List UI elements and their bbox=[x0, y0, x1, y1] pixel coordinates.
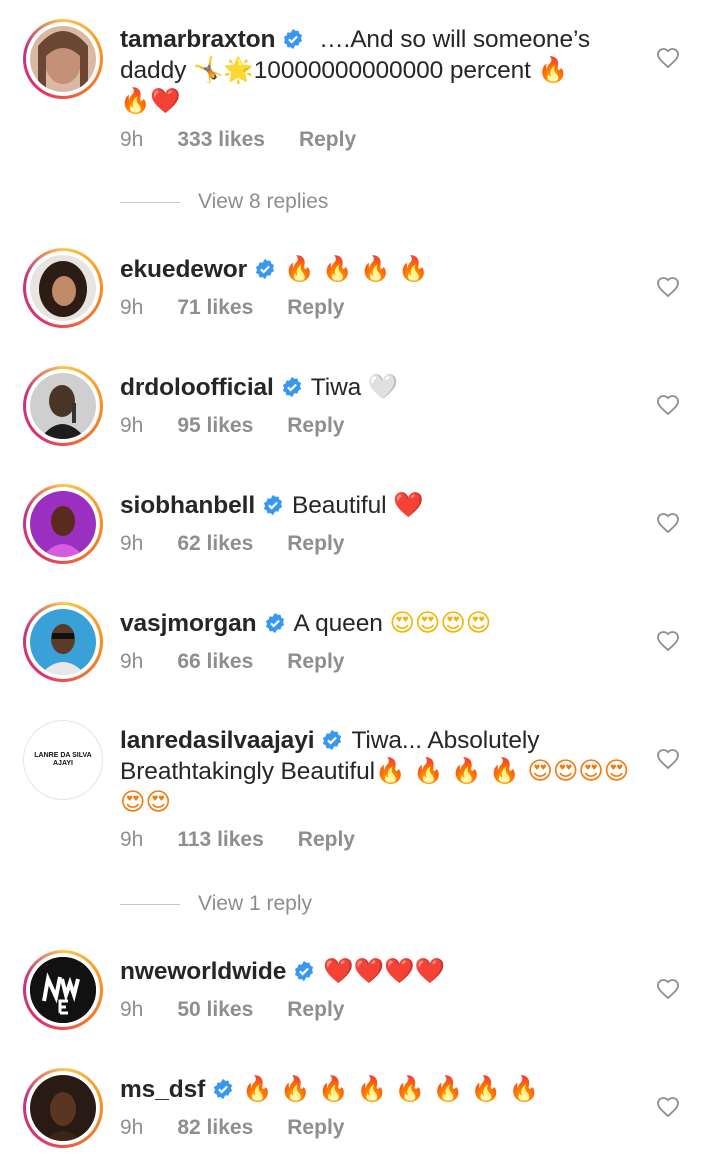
view-replies-label[interactable]: View 1 reply bbox=[198, 892, 312, 915]
comment-likes[interactable]: 71 likes bbox=[177, 296, 253, 319]
comment-meta: 9h 82 likes Reply bbox=[120, 1116, 378, 1140]
avatar[interactable] bbox=[23, 950, 103, 1030]
cartwheel-emoji: 🤸 bbox=[192, 55, 224, 84]
reply-button[interactable]: Reply bbox=[287, 650, 344, 673]
comment-username[interactable]: siobhanbell bbox=[120, 492, 255, 519]
fire-emoji: 🔥 bbox=[537, 55, 569, 84]
comment-time: 9h bbox=[120, 296, 144, 319]
avatar[interactable] bbox=[23, 602, 103, 682]
comment-meta: 9h 50 likes Reply bbox=[120, 998, 378, 1022]
comment-meta: 9h 66 likes Reply bbox=[120, 650, 378, 674]
comment-time: 9h bbox=[120, 650, 144, 673]
verified-badge-icon bbox=[284, 28, 303, 50]
comment-text: Tiwa bbox=[310, 374, 362, 401]
comment-meta: 9h 71 likes Reply bbox=[120, 296, 378, 320]
comment-likes[interactable]: 113 likes bbox=[177, 828, 263, 851]
comment-likes[interactable]: 333 likes bbox=[177, 128, 265, 151]
comment-likes[interactable]: 95 likes bbox=[177, 414, 253, 437]
comment-text-number: 10000000000000 percent bbox=[253, 57, 538, 84]
fire-emojis: 🔥 🔥 🔥 🔥 bbox=[284, 254, 429, 283]
comment-time: 9h bbox=[120, 828, 144, 851]
divider bbox=[120, 903, 180, 905]
comment-likes[interactable]: 50 likes bbox=[177, 998, 253, 1021]
heart-emoji: ❤️ bbox=[150, 86, 181, 115]
reply-button[interactable]: Reply bbox=[287, 1116, 344, 1139]
reply-button[interactable]: Reply bbox=[299, 128, 356, 151]
comment-text: Beautiful bbox=[292, 492, 387, 519]
comment-text: A queen bbox=[293, 610, 383, 637]
comment-username[interactable]: lanredasilvaajayi bbox=[120, 727, 315, 754]
comment-time: 9h bbox=[120, 414, 144, 437]
divider bbox=[120, 201, 180, 203]
fire-emojis: 🔥 🔥 🔥 🔥 🔥 🔥 🔥 🔥 bbox=[242, 1074, 540, 1103]
view-replies-label[interactable]: View 8 replies bbox=[198, 190, 328, 213]
view-replies-button[interactable]: View 8 replies bbox=[120, 190, 328, 214]
avatar[interactable] bbox=[23, 248, 103, 328]
comment-time: 9h bbox=[120, 532, 144, 555]
reply-button[interactable]: Reply bbox=[287, 532, 344, 555]
comment-time: 9h bbox=[120, 128, 144, 151]
comment-username[interactable]: nweworldwide bbox=[120, 958, 286, 985]
fire-emoji: 🔥 bbox=[120, 86, 151, 115]
avatar[interactable]: LANRE DA SILVA AJAYI bbox=[23, 720, 103, 800]
comment-likes[interactable]: 66 likes bbox=[177, 650, 253, 673]
comment-meta: 9h 95 likes Reply bbox=[120, 414, 378, 438]
avatar[interactable] bbox=[23, 19, 103, 99]
white-heart-emoji: 🤍 bbox=[367, 372, 399, 401]
comment-likes[interactable]: 62 likes bbox=[177, 532, 253, 555]
avatar[interactable] bbox=[23, 366, 103, 446]
heart-emojis: ❤️❤️❤️❤️ bbox=[323, 956, 445, 985]
avatar-logo-text: LANRE DA SILVA AJAYI bbox=[34, 752, 92, 767]
star-emoji: 🌟 bbox=[223, 55, 254, 84]
heart-outline-icon[interactable] bbox=[656, 629, 680, 653]
reply-button[interactable]: Reply bbox=[287, 998, 344, 1021]
heart-outline-icon[interactable] bbox=[656, 747, 680, 771]
heart-outline-icon[interactable] bbox=[656, 46, 680, 70]
verified-badge-icon bbox=[265, 612, 284, 634]
comment-time: 9h bbox=[120, 1116, 144, 1139]
verified-badge-icon bbox=[263, 494, 283, 516]
comment-username[interactable]: tamarbraxton bbox=[120, 26, 275, 53]
reply-button[interactable]: Reply bbox=[287, 296, 344, 319]
comment-time: 9h bbox=[120, 998, 144, 1021]
verified-badge-icon bbox=[295, 960, 314, 982]
heart-emoji: ❤️ bbox=[393, 490, 424, 519]
reply-button[interactable]: Reply bbox=[298, 828, 355, 851]
comment-likes[interactable]: 82 likes bbox=[177, 1116, 253, 1139]
heart-outline-icon[interactable] bbox=[656, 1095, 680, 1119]
reply-button[interactable]: Reply bbox=[287, 414, 344, 437]
verified-badge-icon bbox=[256, 258, 275, 280]
heart-outline-icon[interactable] bbox=[656, 511, 680, 535]
heart-outline-icon[interactable] bbox=[656, 393, 680, 417]
heart-outline-icon[interactable] bbox=[656, 275, 680, 299]
comment-username[interactable]: vasjmorgan bbox=[120, 610, 257, 637]
verified-badge-icon bbox=[282, 376, 301, 398]
comment-meta: 9h 333 likes Reply bbox=[120, 128, 390, 152]
verified-badge-icon bbox=[214, 1078, 233, 1100]
avatar[interactable] bbox=[23, 1068, 103, 1148]
comment-username[interactable]: ms_dsf bbox=[120, 1076, 205, 1103]
verified-badge-icon bbox=[323, 729, 342, 751]
avatar[interactable] bbox=[23, 484, 103, 564]
comment-meta: 9h 62 likes Reply bbox=[120, 532, 378, 556]
comment-username[interactable]: ekuedewor bbox=[120, 256, 247, 283]
view-replies-button[interactable]: View 1 reply bbox=[120, 892, 312, 916]
heart-outline-icon[interactable] bbox=[656, 977, 680, 1001]
comment-meta: 9h 113 likes Reply bbox=[120, 828, 389, 852]
comment-username[interactable]: drdoloofficial bbox=[120, 374, 274, 401]
heart-eyes-emojis: 😍😍😍😍 bbox=[389, 608, 492, 637]
